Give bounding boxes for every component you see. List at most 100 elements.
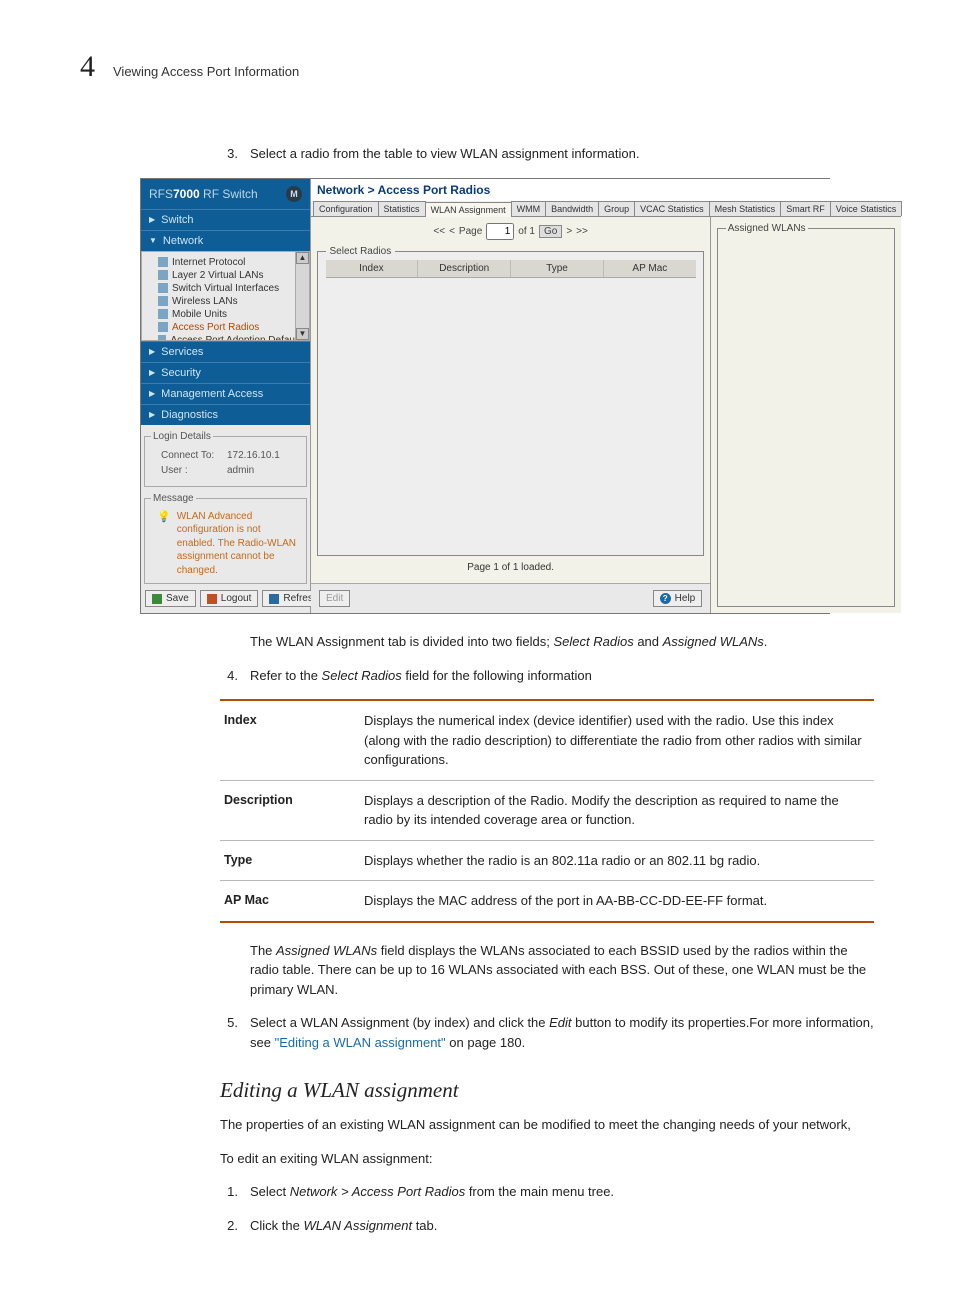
help-button[interactable]: ? Help: [653, 590, 703, 607]
tree-item[interactable]: Wireless LANs: [148, 295, 305, 308]
tree-label: Access Port Adoption Defaults: [170, 335, 305, 341]
tree-label: Internet Protocol: [172, 257, 245, 268]
tab-smart-rf[interactable]: Smart RF: [780, 201, 831, 216]
tab-wlan-assignment[interactable]: WLAN Assignment: [425, 202, 512, 217]
tab-bar: Configuration Statistics WLAN Assignment…: [311, 201, 901, 217]
tab-group[interactable]: Group: [598, 201, 635, 216]
logout-button[interactable]: Logout: [200, 590, 259, 607]
pager-first[interactable]: <<: [433, 226, 445, 237]
chevron-right-icon: ▶: [149, 215, 155, 224]
def-key: Description: [220, 780, 360, 840]
tree-icon: [158, 309, 168, 319]
tree-label: Switch Virtual Interfaces: [172, 283, 279, 294]
step-text: Select Network > Access Port Radios from…: [250, 1182, 874, 1202]
nav-label: Security: [161, 367, 201, 379]
step-number: 4.: [220, 666, 238, 686]
tab-voice-statistics[interactable]: Voice Statistics: [830, 201, 903, 216]
nav-section-mgmt[interactable]: ▶ Management Access: [141, 383, 310, 404]
logout-icon: [207, 594, 217, 604]
tree-label: Layer 2 Virtual LANs: [172, 270, 264, 281]
tree-icon: [158, 335, 166, 341]
tree-item-selected[interactable]: Access Port Radios: [148, 321, 305, 334]
nav-section-switch[interactable]: ▶Switch: [141, 209, 310, 230]
brand-prefix: RFS: [149, 187, 173, 201]
nav-section-services[interactable]: ▶Services: [141, 341, 310, 362]
pager-last[interactable]: >>: [576, 226, 588, 237]
paragraph: The Assigned WLANs field displays the WL…: [250, 941, 874, 1000]
save-button[interactable]: Save: [145, 590, 196, 607]
chevron-right-icon: ▶: [149, 368, 155, 377]
nav-tree: Internet Protocol Layer 2 Virtual LANs S…: [141, 251, 310, 341]
tab-wmm[interactable]: WMM: [511, 201, 547, 216]
chevron-down-icon: ▼: [149, 236, 157, 245]
pager-prev[interactable]: <: [449, 226, 455, 237]
col-description[interactable]: Description: [418, 260, 511, 277]
def-key: Type: [220, 840, 360, 881]
tab-bandwidth[interactable]: Bandwidth: [545, 201, 599, 216]
grid-body-empty: [326, 278, 696, 498]
scrollbar[interactable]: ▲▼: [295, 252, 309, 340]
tab-vcac-statistics[interactable]: VCAC Statistics: [634, 201, 710, 216]
nav-section-diag[interactable]: ▶Diagnostics: [141, 404, 310, 425]
col-ap-mac[interactable]: AP Mac: [604, 260, 696, 277]
nav-label: Network: [163, 235, 203, 247]
tab-configuration[interactable]: Configuration: [313, 201, 379, 216]
button-label: Help: [675, 593, 696, 604]
col-index[interactable]: Index: [326, 260, 419, 277]
step-number: 1.: [220, 1182, 238, 1202]
pager-next[interactable]: >: [566, 226, 572, 237]
pane-status: Page 1 of 1 loaded.: [311, 556, 710, 583]
paragraph: The WLAN Assignment tab is divided into …: [250, 632, 874, 652]
step-text: Select a radio from the table to view WL…: [250, 144, 874, 164]
login-legend: Login Details: [151, 431, 213, 442]
def-value: Displays the numerical index (device ide…: [360, 700, 874, 780]
nav-label: Management Access: [161, 388, 263, 400]
paragraph: The properties of an existing WLAN assig…: [220, 1115, 874, 1135]
step-text: Click the WLAN Assignment tab.: [250, 1216, 874, 1236]
tree-icon: [158, 322, 168, 332]
tree-item[interactable]: Switch Virtual Interfaces: [148, 282, 305, 295]
step-number: 2.: [220, 1216, 238, 1236]
tree-icon: [158, 270, 168, 280]
def-value: Displays a description of the Radio. Mod…: [360, 780, 874, 840]
tree-item[interactable]: Layer 2 Virtual LANs: [148, 269, 305, 282]
pager-page-input[interactable]: [486, 223, 514, 240]
message-legend: Message: [151, 493, 196, 504]
user-value: admin: [227, 465, 254, 476]
message-text: WLAN Advanced configuration is not enabl…: [177, 510, 300, 578]
tree-label: Mobile Units: [172, 309, 227, 320]
brand-logo-icon: M: [286, 186, 302, 202]
scroll-down-icon[interactable]: ▼: [296, 328, 309, 340]
cross-ref-link[interactable]: "Editing a WLAN assignment": [275, 1035, 446, 1050]
tree-item[interactable]: Internet Protocol: [148, 256, 305, 269]
step-text: Refer to the Select Radios field for the…: [250, 666, 874, 686]
message-box: Message 💡 WLAN Advanced configuration is…: [144, 493, 307, 585]
tree-label: Wireless LANs: [172, 296, 238, 307]
chevron-right-icon: ▶: [149, 389, 155, 398]
table-row: Index Displays the numerical index (devi…: [220, 700, 874, 780]
edit-button[interactable]: Edit: [319, 590, 350, 607]
pager-page-label: Page: [459, 226, 482, 237]
help-icon: ?: [660, 593, 671, 604]
table-row: Type Displays whether the radio is an 80…: [220, 840, 874, 881]
nav-label: Services: [161, 346, 203, 358]
tree-item[interactable]: Mobile Units: [148, 308, 305, 321]
tree-item[interactable]: Access Port Adoption Defaults: [148, 334, 305, 341]
breadcrumb: Network > Access Port Radios: [311, 179, 901, 201]
assigned-wlans-panel: Assigned WLANs: [717, 223, 895, 608]
chapter-title: Viewing Access Port Information: [113, 64, 299, 79]
scroll-up-icon[interactable]: ▲: [296, 252, 309, 264]
table-row: AP Mac Displays the MAC address of the p…: [220, 881, 874, 922]
login-details: Login Details Connect To:172.16.10.1 Use…: [144, 431, 307, 487]
col-type[interactable]: Type: [511, 260, 604, 277]
brand-bold: 7000: [173, 187, 200, 201]
nav-section-network[interactable]: ▼ Network: [141, 230, 310, 251]
brand-bar: RFS7000 RF Switch M: [141, 179, 310, 209]
save-icon: [152, 594, 162, 604]
pager-go-button[interactable]: Go: [539, 225, 562, 238]
tab-statistics[interactable]: Statistics: [378, 201, 426, 216]
tab-mesh-statistics[interactable]: Mesh Statistics: [709, 201, 782, 216]
step-text: Select a WLAN Assignment (by index) and …: [250, 1013, 874, 1052]
assigned-wlans-legend: Assigned WLANs: [726, 223, 808, 234]
nav-section-security[interactable]: ▶ Security: [141, 362, 310, 383]
